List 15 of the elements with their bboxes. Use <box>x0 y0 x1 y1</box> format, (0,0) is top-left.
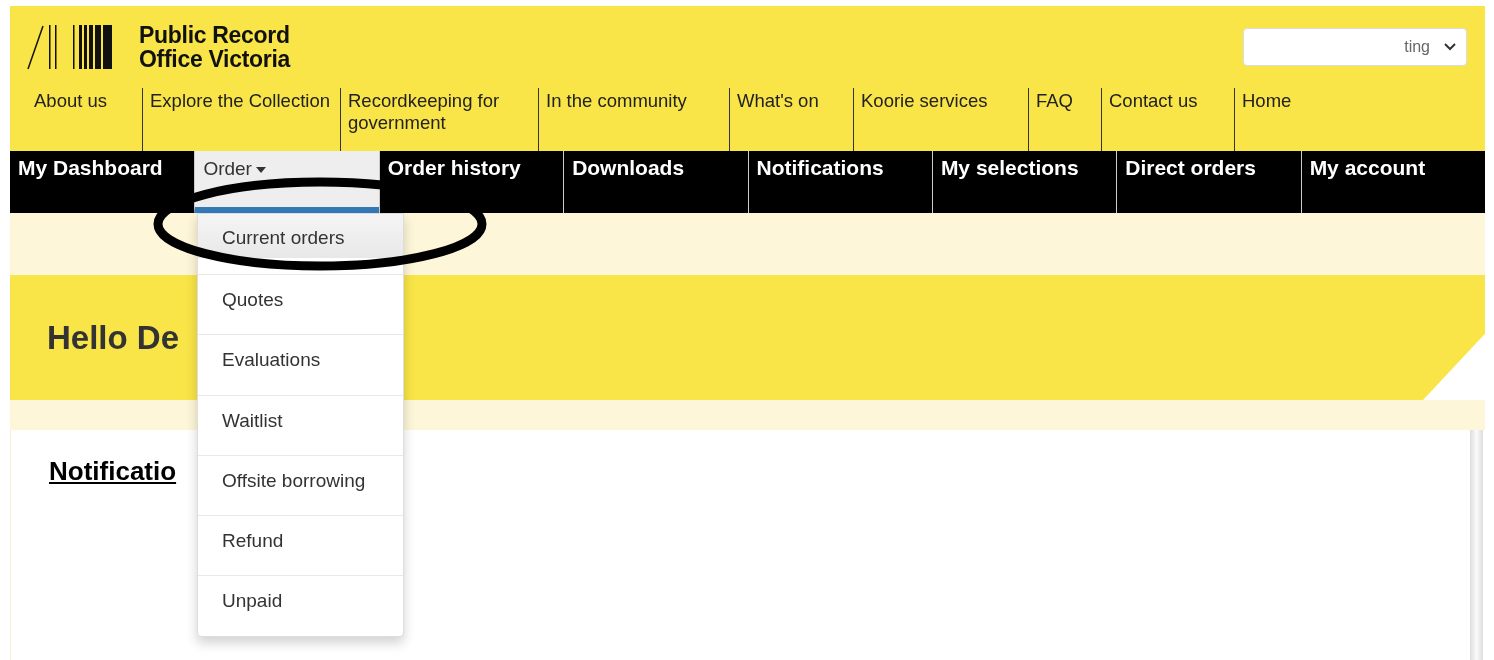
dropdown-menu-item[interactable]: Current orders <box>198 214 403 258</box>
section-heading: Notificatio <box>49 456 177 486</box>
site-logo-text[interactable]: Public Record Office Victoria <box>139 23 291 71</box>
user-nav-tab[interactable]: My Dashboard <box>10 151 195 213</box>
dropdown-menu-item[interactable]: Unpaid <box>198 575 403 636</box>
dropdown-menu-item[interactable]: Refund <box>198 515 403 576</box>
account-select[interactable]: ting <box>1243 28 1467 66</box>
dropdown-menu-item[interactable]: Offsite borrowing <box>198 454 403 516</box>
chevron-down-icon <box>1444 43 1456 51</box>
dropdown-menu-item[interactable]: Quotes <box>198 274 403 335</box>
dropdown-menu-item[interactable]: Waitlist <box>198 394 403 455</box>
dropdown-menu-item[interactable]: Evaluations <box>198 334 403 395</box>
scrollbar[interactable] <box>1470 430 1483 660</box>
top-nav-link[interactable]: About us <box>10 88 142 151</box>
greeting-heading: Hello De <box>47 318 180 357</box>
